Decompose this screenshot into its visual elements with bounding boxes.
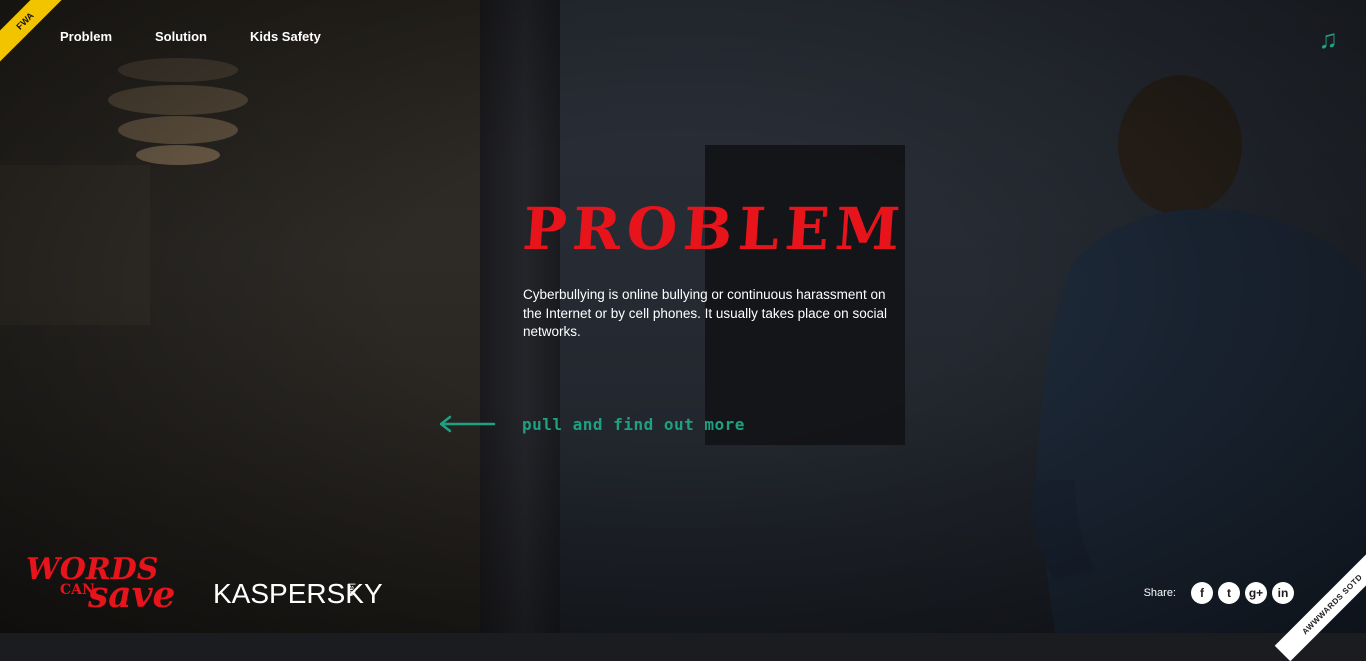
share-label: Share: bbox=[1143, 587, 1176, 599]
kaspersky-logo[interactable]: KASPERSKY bbox=[213, 578, 383, 610]
kaspersky-lab-suffix: lab bbox=[345, 583, 356, 597]
share-bar: Share: f t g+ in bbox=[1144, 582, 1294, 604]
main-content: PROBLEM Cyberbullying is online bullying… bbox=[520, 195, 908, 342]
problem-description: Cyberbullying is online bullying or cont… bbox=[523, 287, 887, 339]
google-plus-icon[interactable]: g+ bbox=[1245, 582, 1267, 604]
fwa-badge-label: FWA bbox=[14, 10, 36, 32]
pull-label: pull and find out more bbox=[522, 414, 745, 434]
music-note-icon[interactable]: ♫ bbox=[1319, 26, 1339, 52]
nav-item-kids-safety[interactable]: Kids Safety bbox=[250, 29, 321, 44]
logo-save: save bbox=[88, 574, 176, 616]
facebook-icon[interactable]: f bbox=[1191, 582, 1213, 604]
top-navigation: Problem Solution Kids Safety bbox=[60, 29, 364, 44]
nav-item-problem[interactable]: Problem bbox=[60, 29, 112, 44]
words-can-save-logo[interactable]: WORDS CAN save bbox=[26, 552, 196, 622]
pull-to-find-more[interactable]: pull and find out more bbox=[438, 414, 745, 434]
twitter-icon[interactable]: t bbox=[1218, 582, 1240, 604]
nav-item-solution[interactable]: Solution bbox=[155, 29, 207, 44]
arrow-left-icon bbox=[439, 415, 496, 433]
page-title: PROBLEM bbox=[520, 195, 908, 263]
linkedin-icon[interactable]: in bbox=[1272, 582, 1294, 604]
